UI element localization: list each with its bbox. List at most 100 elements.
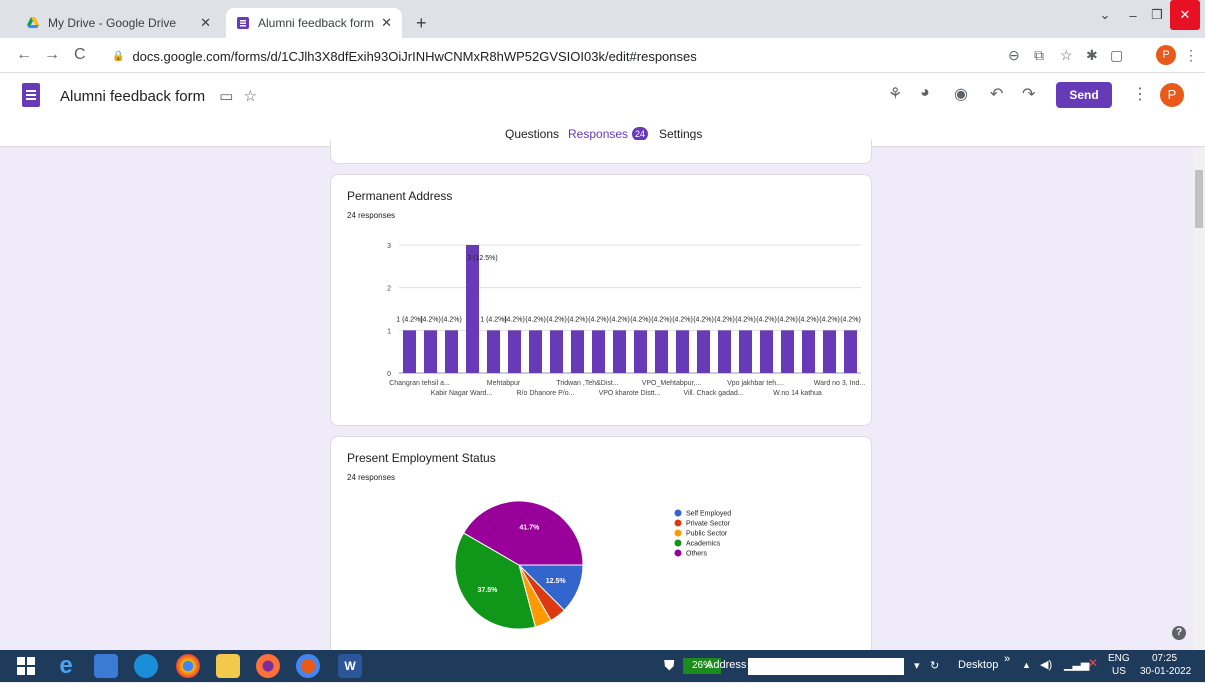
address-bar: ← → C 🔒 docs.google.com/forms/d/1CJlh3X8… [0,38,1205,73]
x-tick-label: VPO kharote Distt... [599,390,661,397]
legend-swatch [674,539,682,547]
back-icon[interactable]: ← [16,46,32,64]
zoom-icon[interactable]: ⊖ [1008,47,1020,64]
y-tick-label: 2 [387,286,391,293]
tab-my-drive[interactable]: My Drive - Google Drive ✕ [16,8,221,38]
x-tick-label: Changran tehsil a... [389,380,450,387]
more-options-icon[interactable]: ⋮ [1132,84,1148,104]
tab-alumni-form[interactable]: Alumni feedback form - Google F ✕ [226,8,402,38]
card-title: Permanent Address [347,189,453,203]
send-button[interactable]: Send [1056,82,1112,108]
x-tick-label: R/o Dhanore P/o... [517,390,575,397]
menu-icon[interactable]: ⋮ [1184,47,1198,64]
page-scrollbar[interactable] [1193,148,1205,650]
network-error-icon[interactable]: ✕ [1088,656,1098,670]
redo-icon[interactable]: ↷ [1022,84,1035,104]
close-icon[interactable]: ✕ [200,15,211,31]
region-indicator[interactable]: US [1112,666,1126,677]
folder-icon[interactable]: ▭ [219,88,233,105]
clock-time[interactable]: 07:25 [1152,653,1177,664]
desktop-toolbar-label[interactable]: Desktop [958,659,998,671]
tab-settings[interactable]: Settings [659,127,702,141]
x-tick-label: Vpo jakhbar teh.... [727,380,784,387]
data-label: (4.2%) [609,316,630,323]
x-tick-label: Tridwan ,Teh&Dist... [556,380,618,387]
go-refresh-icon[interactable]: ↻ [930,659,939,672]
minimize-icon[interactable]: – [1122,0,1144,30]
profile-avatar[interactable]: P [1156,45,1176,65]
forward-icon[interactable]: → [44,46,60,64]
slice-label: 37.5% [478,587,499,594]
google-forms-icon[interactable] [22,83,40,107]
chrome-icon[interactable] [176,654,200,678]
window-close-icon[interactable]: ✕ [1170,0,1200,30]
bookmark-star-icon[interactable]: ☆ [1060,47,1073,64]
bar [822,330,837,373]
data-label: (4.2%) [630,316,651,323]
palette-icon[interactable]: ◕ [920,84,930,102]
response-count: 24 responses [347,473,396,482]
tab-search-icon[interactable]: ⌄ [1094,0,1116,30]
side-panel-icon[interactable]: ▢ [1110,47,1123,64]
edge-icon[interactable] [134,654,158,678]
legend-label: Public Sector [686,531,728,538]
shield-icon[interactable]: ⛊ [664,657,675,674]
employment-status-card: Present Employment Status 24 responses 1… [330,436,872,656]
response-count-badge: 24 [632,127,649,141]
form-title[interactable]: Alumni feedback form ▭ ☆ [60,87,257,105]
word-icon[interactable]: W [338,654,362,678]
clock-date[interactable]: 30-01-2022 [1140,666,1191,677]
new-tab-icon[interactable]: + [416,13,427,34]
data-label: (4.2%) [693,316,714,323]
bar [486,330,501,373]
file-explorer-icon[interactable] [216,654,240,678]
language-indicator[interactable]: ENG [1108,653,1130,664]
data-label: (4.2%) [504,316,525,323]
taskbar-address-input[interactable] [748,658,904,675]
undo-icon[interactable]: ↶ [990,84,1003,104]
address-toolbar-label: Address [706,659,747,671]
show-hidden-icons-icon[interactable]: ▲ [1022,660,1031,670]
network-icon[interactable]: ▁▃▅ [1064,658,1089,671]
help-icon[interactable]: ? [1172,626,1186,640]
scrollbar-thumb[interactable] [1195,170,1203,228]
lenovo-app-icon[interactable] [94,654,118,678]
legend-label: Academics [686,541,721,548]
share-icon[interactable]: ⧉ [1034,47,1044,64]
bar [717,330,732,373]
close-icon[interactable]: ✕ [381,15,392,31]
windows-start-icon[interactable] [14,654,38,678]
tab-questions[interactable]: Questions [505,127,559,141]
dropdown-icon[interactable]: ▾ [914,659,920,672]
data-label: (4.2%) [588,316,609,323]
profile-avatar[interactable]: P [1160,83,1184,107]
internet-explorer-icon[interactable]: e [54,654,78,678]
firefox-icon[interactable] [256,654,280,678]
response-count: 24 responses [347,211,396,220]
data-label: (4.2%) [651,316,672,323]
bar [444,330,459,373]
reload-icon[interactable]: C [74,46,86,64]
speaker-icon[interactable]: ◀) [1040,658,1052,671]
data-label: (4.2%) [441,316,462,323]
bar [696,330,711,373]
slice-label: 12.5% [546,578,567,585]
browser-tab-strip: My Drive - Google Drive ✕ Alumni feedbac… [0,0,1205,38]
data-label: (4.2%) [525,316,546,323]
chrome-profile-icon[interactable] [296,654,320,678]
restore-icon[interactable]: ❐ [1146,0,1168,30]
tab-responses[interactable]: Responses 24 [561,127,655,147]
card-title: Present Employment Status [347,451,496,465]
tab-title: My Drive - Google Drive [48,16,177,30]
extensions-icon[interactable]: ✱ [1086,47,1098,64]
bar [423,330,438,373]
star-icon[interactable]: ☆ [244,88,257,105]
toolbar-overflow-icon[interactable]: » [1004,653,1010,665]
legend-label: Private Sector [686,521,731,528]
url-field[interactable]: 🔒 docs.google.com/forms/d/1CJlh3X8dfExih… [112,45,992,67]
addons-icon[interactable]: ⚘ [888,84,902,104]
bar [780,330,795,373]
data-label: (4.2%) [714,316,735,323]
preview-eye-icon[interactable]: ◉ [954,84,968,104]
data-label: 3 (12.5%) [467,255,497,262]
